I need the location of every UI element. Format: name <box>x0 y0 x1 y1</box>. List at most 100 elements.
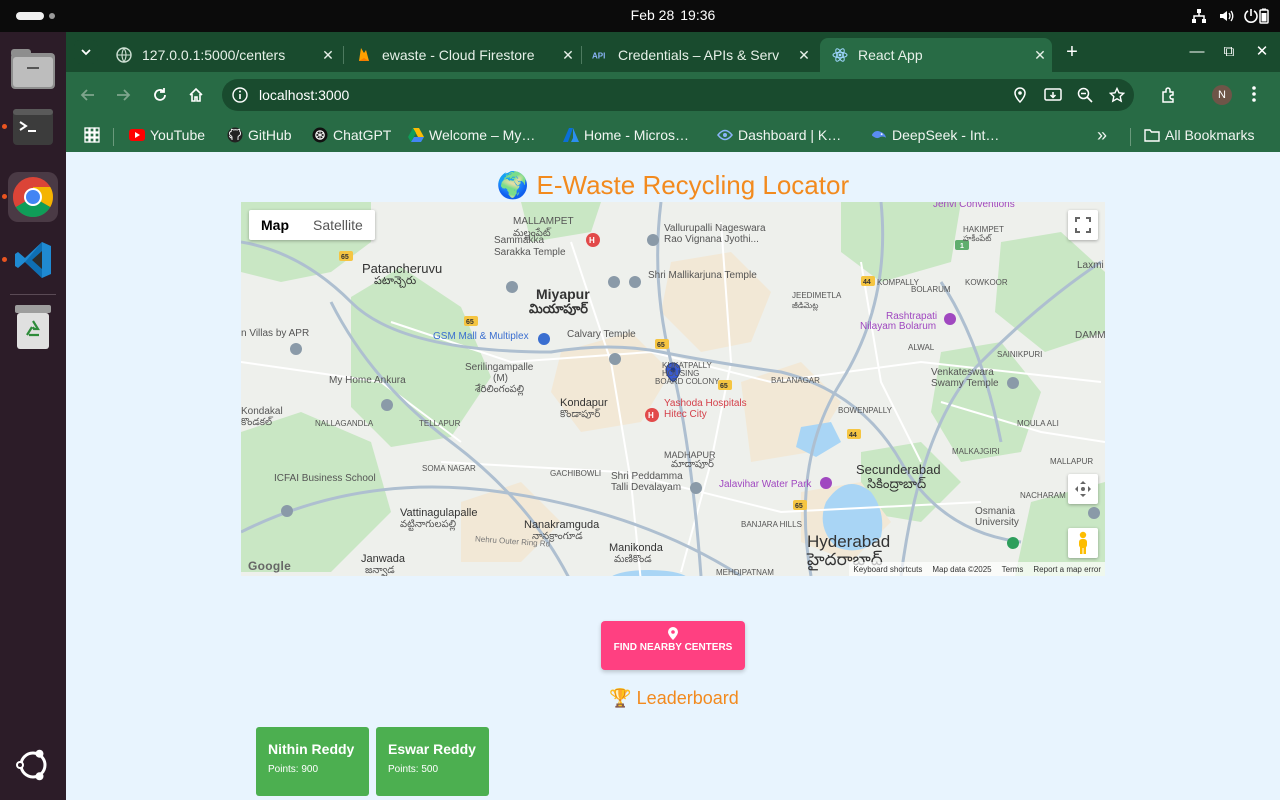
map-label: Sammakka <box>494 235 545 246</box>
dock-chrome[interactable] <box>2 172 58 222</box>
map-label: Manikonda <box>609 542 663 554</box>
map-label: మాదాపూర్ <box>671 459 714 470</box>
dock-separator <box>10 294 56 295</box>
bookmark-welcome[interactable]: Welcome – My… <box>408 123 535 147</box>
svg-text:65: 65 <box>720 383 728 390</box>
maximize-icon[interactable]: ⧉ <box>1219 42 1239 62</box>
new-tab-button[interactable]: + <box>1062 42 1082 62</box>
camera-control-button[interactable] <box>1068 474 1098 504</box>
leaderboard-card: Nithin Reddy Points: 900 <box>256 727 369 796</box>
dock-terminal[interactable] <box>2 102 58 152</box>
minimize-icon[interactable]: — <box>1187 42 1207 62</box>
trophy-icon: 🏆 <box>609 688 632 708</box>
map-label: మియాపూర్ <box>529 301 588 316</box>
svg-text:65: 65 <box>466 319 474 326</box>
bookmarks-separator <box>113 128 114 146</box>
map-label: Vallurupalli Nageswara <box>664 223 766 234</box>
bookmark-youtube[interactable]: YouTube <box>129 123 205 147</box>
map-label: NALLAGANDLA <box>315 419 374 428</box>
map-label: Shri Mallikarjuna Temple <box>648 270 757 281</box>
dock-trash[interactable] <box>8 302 58 352</box>
terms-link[interactable]: Terms <box>1002 565 1024 574</box>
close-icon[interactable]: ✕ <box>1028 47 1052 64</box>
google-map[interactable]: 65 65 65 65 44 44 65 1 H H MALLAMPET మల్… <box>241 202 1105 576</box>
reload-button[interactable] <box>148 83 172 107</box>
chrome-menu-button[interactable] <box>1252 84 1256 106</box>
clock-date: Feb 28 <box>630 7 675 23</box>
forward-button[interactable] <box>111 83 135 107</box>
move-arrows-icon <box>1075 481 1091 497</box>
fullscreen-button[interactable] <box>1068 210 1098 240</box>
dock-vscode[interactable] <box>2 235 58 285</box>
close-icon[interactable]: ✕ <box>556 47 580 64</box>
map-label: Osmania <box>975 506 1016 517</box>
all-bookmarks-button[interactable]: All Bookmarks <box>1144 123 1254 147</box>
map-label: శేరిలింగంపల్లి <box>475 384 525 395</box>
bookmark-chatgpt[interactable]: ChatGPT <box>312 123 391 147</box>
map-type-map-button[interactable]: Map <box>249 210 301 240</box>
clock[interactable]: Feb 28 19:36 <box>0 7 1280 23</box>
map-label: Patancheruvu <box>362 261 443 276</box>
home-button[interactable] <box>184 83 208 107</box>
url-text[interactable]: localhost:3000 <box>259 87 349 103</box>
install-app-icon[interactable] <box>1044 87 1062 103</box>
close-icon[interactable]: ✕ <box>792 47 816 64</box>
tab-react-app[interactable]: React App ✕ <box>820 38 1052 72</box>
profile-avatar[interactable]: N <box>1212 85 1232 105</box>
bookmark-kaggle[interactable]: Dashboard | K… <box>717 123 841 147</box>
map-label: KOWKOOR <box>965 278 1008 287</box>
kaggle-icon <box>717 127 733 143</box>
deepseek-icon <box>871 127 887 143</box>
location-icon[interactable] <box>1012 87 1028 103</box>
map-type-satellite-button[interactable]: Satellite <box>301 210 375 240</box>
back-arrow-icon <box>80 89 94 101</box>
location-pin-icon <box>668 627 678 640</box>
street-view-pegman[interactable] <box>1068 528 1098 558</box>
map-label: సికింద్రాబాద్ <box>867 476 927 491</box>
bookmark-microsoft[interactable]: Home - Micros… <box>563 123 689 147</box>
folder-icon <box>1144 127 1160 143</box>
battery-icon[interactable] <box>1256 8 1272 24</box>
zoom-icon[interactable] <box>1077 87 1093 103</box>
terminal-icon <box>13 109 53 145</box>
back-button[interactable] <box>76 83 100 107</box>
report-error-link[interactable]: Report a map error <box>1033 565 1101 574</box>
bookmark-star-icon[interactable] <box>1109 87 1125 103</box>
bookmark-label: Home - Micros… <box>584 127 690 143</box>
svg-text:1: 1 <box>960 243 964 250</box>
tab-centers[interactable]: 127.0.0.1:5000/centers ✕ <box>104 38 340 72</box>
tab-search-button[interactable] <box>74 40 98 64</box>
map-label: BOLARUM <box>911 285 951 294</box>
svg-text:H: H <box>648 411 654 420</box>
dock-show-apps[interactable] <box>8 740 58 790</box>
bookmark-github[interactable]: GitHub <box>227 123 292 147</box>
dock-files[interactable] <box>8 44 58 94</box>
svg-text:API: API <box>592 52 605 61</box>
tab-firestore[interactable]: ewaste - Cloud Firestore ✕ <box>344 38 580 72</box>
map-label: Swamy Temple <box>931 378 999 389</box>
bookmarks-overflow-button[interactable]: » <box>1097 123 1107 147</box>
map-label: MALLAMPET <box>513 216 574 227</box>
map-label: Jalavihar Water Park <box>719 479 812 490</box>
address-bar[interactable]: localhost:3000 <box>222 79 1134 111</box>
keyboard-shortcuts-link[interactable]: Keyboard shortcuts <box>853 565 922 574</box>
tab-credentials[interactable]: API Credentials – APIs & Serv ✕ <box>580 38 816 72</box>
close-window-icon[interactable]: ✕ <box>1252 42 1272 62</box>
map-label: Kondapur <box>560 397 608 409</box>
tab-title: ewaste - Cloud Firestore <box>382 47 535 63</box>
map-label: DAMM <box>1075 330 1105 341</box>
apps-grid-button[interactable] <box>84 123 100 147</box>
map-data-text: Map data ©2025 <box>932 564 992 574</box>
chrome-running-dot <box>2 194 7 199</box>
all-bookmarks-label: All Bookmarks <box>1165 127 1255 143</box>
globe-emoji-icon: 🌍 <box>496 170 530 200</box>
site-info-icon[interactable] <box>232 87 248 103</box>
close-icon[interactable]: ✕ <box>316 47 340 64</box>
find-nearby-centers-button[interactable]: FIND NEARBY CENTERS <box>601 621 745 670</box>
network-icon[interactable] <box>1191 8 1207 24</box>
bookmark-deepseek[interactable]: DeepSeek - Int… <box>871 123 999 147</box>
bookmark-label: DeepSeek - Int… <box>892 127 1000 143</box>
extensions-icon[interactable] <box>1160 86 1178 104</box>
volume-icon[interactable] <box>1218 8 1234 24</box>
map-label: ALWAL <box>908 343 935 352</box>
